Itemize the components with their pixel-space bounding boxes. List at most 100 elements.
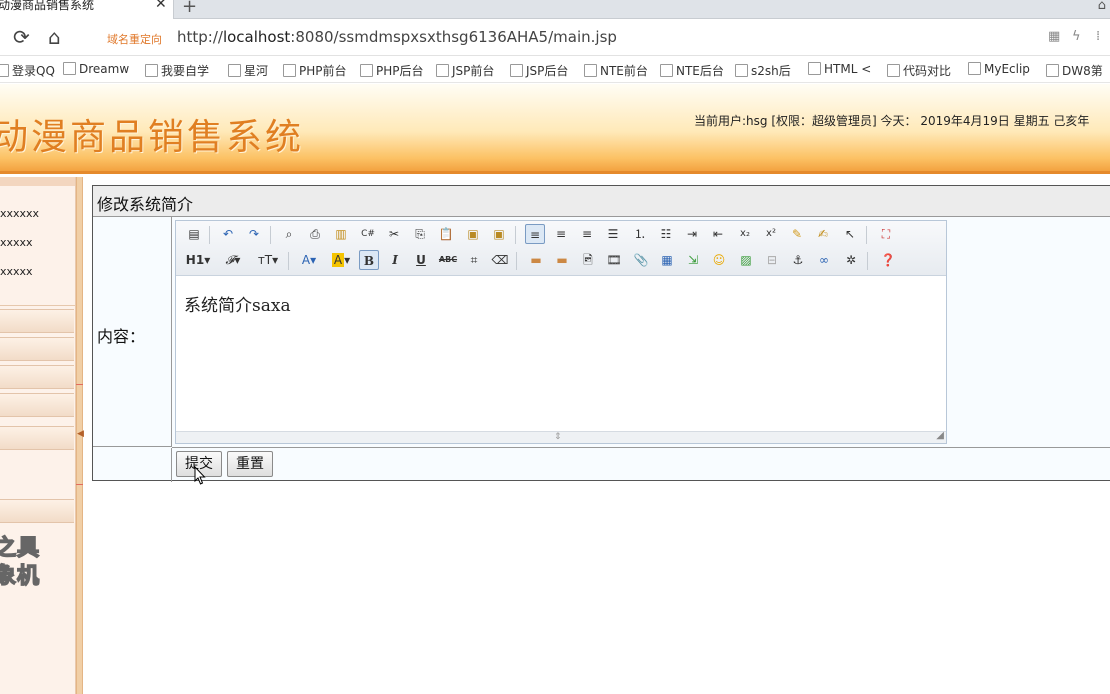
emoticon-icon[interactable]: ☺ xyxy=(709,250,729,270)
sidebar-menu-header[interactable] xyxy=(0,309,74,333)
border-icon[interactable]: ⌗ xyxy=(464,250,484,270)
grid-icon[interactable]: ▦ xyxy=(1048,29,1060,44)
clear-format-icon[interactable]: ✎ xyxy=(787,224,807,244)
strikethrough-button[interactable]: ABC xyxy=(438,250,458,270)
paste-word-icon[interactable]: ▣ xyxy=(489,224,509,244)
help-icon[interactable]: ❓ xyxy=(878,250,898,270)
attachment-icon[interactable]: 📎 xyxy=(631,250,651,270)
bookmark-icon xyxy=(0,64,9,77)
superscript-icon[interactable]: x² xyxy=(761,224,781,244)
watermark-logo: 之具象机 xyxy=(0,535,41,590)
sidebar-menu-header[interactable] xyxy=(0,499,74,523)
bookmark-item[interactable]: MyEclip xyxy=(968,62,1030,76)
copy-icon[interactable]: ⎘ xyxy=(410,224,430,244)
bookmark-item[interactable]: 登录QQ xyxy=(0,62,55,79)
sidebar-menu-header[interactable] xyxy=(0,393,74,417)
url-prefix: http:// xyxy=(177,28,223,46)
paste-text-icon[interactable]: ▣ xyxy=(463,224,483,244)
ordered-list-icon[interactable]: ⒈ xyxy=(630,224,650,244)
sidebar-link[interactable]: xxxxx xyxy=(0,236,33,249)
eraser-icon[interactable]: ⌫ xyxy=(490,250,510,270)
paste-icon[interactable]: 📋 xyxy=(436,224,456,244)
sidebar-link[interactable]: xxxxxx xyxy=(0,207,39,220)
align-right-icon[interactable]: ≡ xyxy=(577,224,597,244)
url-field[interactable]: http://localhost:8080/ssmdmspxsxthsg6136… xyxy=(177,28,617,46)
sidebar-link[interactable]: xxxxx xyxy=(0,265,33,278)
insert-column-icon[interactable]: ▬ xyxy=(552,250,572,270)
bookmark-item[interactable]: JSP后台 xyxy=(510,62,568,79)
window-menu-icon[interactable]: ⌂ xyxy=(1098,0,1106,13)
bookmark-item[interactable]: JSP前台 xyxy=(436,62,494,79)
insert-row-icon[interactable]: ▬ xyxy=(526,250,546,270)
sidebar-splitter[interactable]: ◀ xyxy=(76,177,84,694)
bookmark-item[interactable]: NTE前台 xyxy=(584,62,648,79)
browser-tab[interactable]: 动漫商品销售系统 ✕ xyxy=(0,0,174,19)
redirect-label: 域名重定向 xyxy=(107,33,162,46)
home-icon[interactable]: ⌂ xyxy=(48,26,61,48)
bookmark-item[interactable]: 代码对比 xyxy=(887,62,951,79)
horizontal-rule-icon[interactable]: ⇲ xyxy=(683,250,703,270)
bold-button[interactable]: B xyxy=(359,250,379,270)
menu-icon[interactable]: ⁞ xyxy=(1096,29,1100,44)
redo-icon[interactable]: ↷ xyxy=(244,224,264,244)
table-icon[interactable]: ▦ xyxy=(657,250,677,270)
anchor-icon[interactable]: ⚓ xyxy=(788,250,808,270)
bookmark-item[interactable]: Dreamw xyxy=(63,62,129,76)
sidebar-menu-header[interactable] xyxy=(0,365,74,389)
bookmark-item[interactable]: 星河 xyxy=(228,62,268,79)
map-icon[interactable]: ▨ xyxy=(736,250,756,270)
justify-icon[interactable]: ☰ xyxy=(603,224,623,244)
bookmark-item[interactable]: s2sh后 xyxy=(735,62,791,79)
bookmark-item[interactable]: 我要自学 xyxy=(145,62,209,79)
font-color-icon[interactable]: A▾ xyxy=(296,250,322,270)
source-icon[interactable]: ▤ xyxy=(184,224,204,244)
code-icon[interactable]: C# xyxy=(358,224,378,244)
video-icon[interactable]: 🎞 xyxy=(604,250,624,270)
lightning-icon[interactable]: ϟ xyxy=(1072,29,1081,44)
indent-icon[interactable]: ⇥ xyxy=(682,224,702,244)
unordered-list-icon[interactable]: ☷ xyxy=(656,224,676,244)
editor-content[interactable]: 系统简介saxa xyxy=(184,291,291,316)
font-size-icon[interactable]: тT▾ xyxy=(254,250,282,270)
reload-icon[interactable]: ⟳ xyxy=(13,26,30,48)
italic-button[interactable]: I xyxy=(385,250,405,270)
bookmark-icon xyxy=(63,62,76,75)
bookmarks-bar: 登录QQ Dreamw 我要自学 星河 PHP前台 PHP后台 JSP前台 JS… xyxy=(0,57,1110,83)
pointer-icon[interactable]: ↖ xyxy=(840,224,860,244)
template-icon[interactable]: ▥ xyxy=(331,224,351,244)
reset-button[interactable]: 重置 xyxy=(227,451,273,477)
resize-grip-icon[interactable]: ⇕ xyxy=(554,432,562,442)
heading-icon[interactable]: H1▾ xyxy=(184,250,212,270)
link-icon[interactable]: ∞ xyxy=(814,250,834,270)
underline-button[interactable]: U xyxy=(411,250,431,270)
sidebar-menu-header[interactable] xyxy=(0,337,74,361)
resize-corner-icon[interactable]: ◢ xyxy=(936,430,944,441)
subscript-icon[interactable]: x₂ xyxy=(735,224,755,244)
bookmark-item[interactable]: HTML < xyxy=(808,62,871,76)
tab-close-icon[interactable]: ✕ xyxy=(155,0,167,11)
bookmark-item[interactable]: PHP后台 xyxy=(360,62,424,79)
font-family-icon[interactable]: 𝓕▾ xyxy=(220,250,246,270)
outdent-icon[interactable]: ⇤ xyxy=(708,224,728,244)
new-tab-icon[interactable]: + xyxy=(182,0,197,17)
bookmark-icon xyxy=(283,64,296,77)
align-left-icon[interactable]: ≡ xyxy=(525,224,545,244)
sidebar-menu-header[interactable] xyxy=(0,426,74,450)
preview-icon[interactable]: ⌕ xyxy=(279,224,299,244)
bookmark-item[interactable]: DW8第 xyxy=(1046,62,1103,79)
print-icon[interactable]: ⎙ xyxy=(305,224,325,244)
select-all-icon[interactable]: ✍ xyxy=(813,224,833,244)
undo-icon[interactable]: ↶ xyxy=(218,224,238,244)
page-break-icon[interactable]: ⊟ xyxy=(762,250,782,270)
bookmark-item[interactable]: NTE后台 xyxy=(660,62,724,79)
cut-icon[interactable]: ✂ xyxy=(384,224,404,244)
unlink-icon[interactable]: ✲ xyxy=(841,250,861,270)
align-center-icon[interactable]: ≡ xyxy=(551,224,571,244)
collapse-arrow-icon[interactable]: ◀ xyxy=(77,429,84,439)
background-color-icon[interactable]: A ▾ xyxy=(328,250,354,270)
image-icon[interactable]: 🖻 xyxy=(578,250,598,270)
toolbar-separator xyxy=(515,226,516,244)
bookmark-item[interactable]: PHP前台 xyxy=(283,62,347,79)
fullscreen-icon[interactable]: ⛶ xyxy=(876,224,896,244)
bookmark-icon xyxy=(360,64,373,77)
